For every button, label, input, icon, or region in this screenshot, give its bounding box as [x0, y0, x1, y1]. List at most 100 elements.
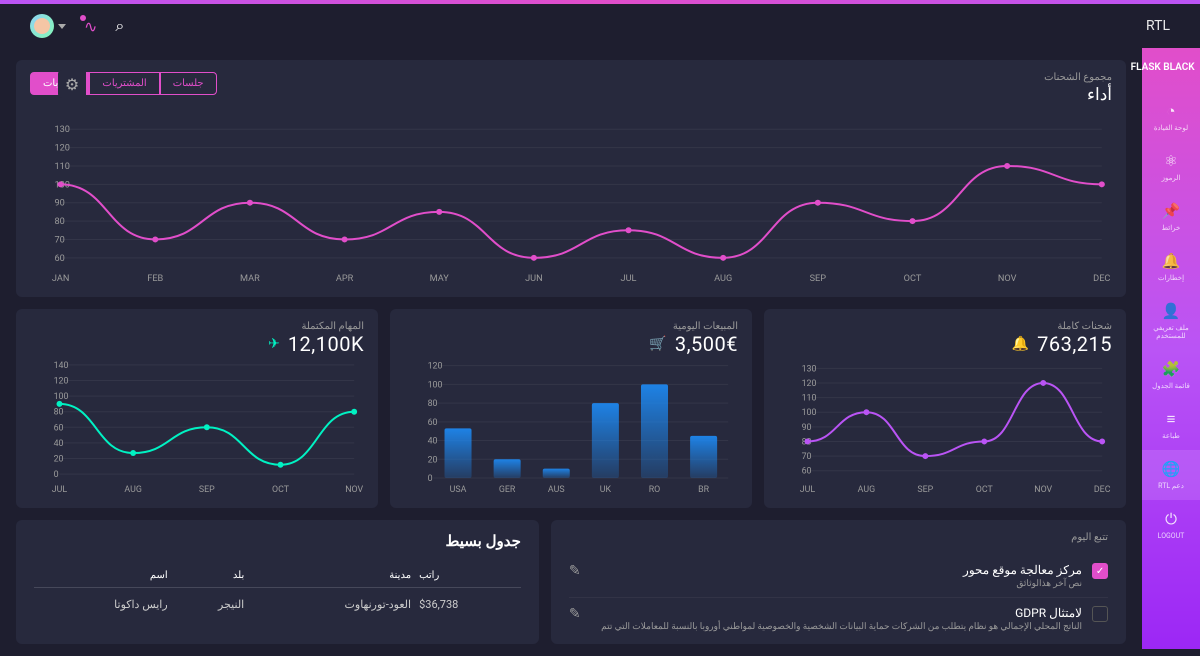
- sidebar-icon: 👤: [1162, 302, 1181, 320]
- svg-text:120: 120: [54, 376, 69, 386]
- sidebar-label: ملف تعريفي للمستخدم: [1142, 324, 1200, 340]
- sidebar-label: طباعة: [1162, 432, 1180, 440]
- svg-text:130: 130: [802, 364, 817, 374]
- pill-sessions[interactable]: جلسات: [160, 72, 217, 95]
- sidebar-icon: 🌐: [1162, 460, 1181, 478]
- svg-text:110: 110: [54, 162, 69, 172]
- chevron-down-icon: [58, 24, 66, 29]
- task-row: لامتثال GDPR الناتج المحلي الإجمالي هو ن…: [569, 598, 1108, 640]
- card-category: مجموع الشحنات: [1044, 72, 1112, 83]
- sidebar-label: إخطارات: [1158, 274, 1184, 282]
- svg-text:AUG: AUG: [858, 485, 875, 495]
- svg-text:80: 80: [428, 399, 438, 409]
- svg-text:MAY: MAY: [430, 274, 450, 284]
- task-checkbox[interactable]: ✓: [1092, 563, 1108, 579]
- svg-text:100: 100: [428, 380, 443, 390]
- svg-text:OCT: OCT: [904, 274, 922, 284]
- svg-text:OCT: OCT: [272, 485, 290, 495]
- activity-icon[interactable]: ∿: [84, 17, 97, 36]
- svg-text:APR: APR: [336, 274, 354, 284]
- svg-text:NOV: NOV: [998, 274, 1017, 284]
- svg-text:AUG: AUG: [714, 274, 732, 284]
- svg-text:SEP: SEP: [810, 274, 827, 284]
- sidebar-item-5[interactable]: 🧩 قائمة الجدول: [1142, 350, 1200, 400]
- svg-text:OCT: OCT: [976, 485, 994, 495]
- task-checkbox[interactable]: [1092, 606, 1108, 622]
- pill-purchases[interactable]: المشتريات: [89, 72, 159, 95]
- svg-text:20: 20: [428, 455, 438, 465]
- task-title: مركز معالجة موقع محور: [591, 563, 1082, 577]
- svg-text:SEP: SEP: [917, 485, 933, 495]
- svg-text:JUL: JUL: [52, 485, 68, 495]
- tasks-chart-card: المهام المكتملة 12,100K ✈ 02040608010012…: [16, 309, 378, 508]
- edit-icon[interactable]: ✎: [569, 563, 581, 579]
- svg-text:60: 60: [54, 254, 64, 264]
- sidebar-item-8[interactable]: ⏻LOGOUT: [1142, 500, 1200, 550]
- tasks-head: تتبع الیوم: [569, 532, 1108, 543]
- sidebar-item-7[interactable]: 🌐 دعم RTL: [1142, 450, 1200, 500]
- svg-text:70: 70: [802, 452, 812, 462]
- svg-text:RO: RO: [649, 485, 661, 495]
- sidebar-label: دعم RTL: [1158, 482, 1184, 490]
- svg-text:120: 120: [428, 362, 443, 372]
- sales-chart: 020406080100120USAGERAUSUKROBR: [404, 356, 738, 496]
- svg-text:0: 0: [428, 474, 433, 484]
- svg-text:60: 60: [428, 418, 438, 428]
- tasks-list-card: تتبع الیوم ✓ مركز معالجة موقع محور نص آخ…: [551, 520, 1126, 644]
- edit-icon[interactable]: ✎: [569, 606, 581, 622]
- sidebar-label: قائمة الجدول: [1152, 382, 1190, 390]
- sidebar-item-2[interactable]: 📌خرائط: [1142, 192, 1200, 242]
- table-header: اسم: [34, 564, 172, 588]
- table-title: جدول بسيط: [34, 532, 521, 550]
- shipments-value: 763,215: [1037, 332, 1112, 356]
- performance-chart: 60708090100110120130JANFEBMARAPRMAYJUNJU…: [30, 115, 1112, 285]
- svg-text:40: 40: [54, 439, 64, 449]
- sidebar-item-3[interactable]: 🔔 إخطارات: [1142, 242, 1200, 292]
- svg-text:DEC: DEC: [1093, 274, 1110, 284]
- sales-value: 3,500€: [675, 332, 738, 356]
- data-table: راتبمدينةبلداسم $36,738العود-تورنهاوتالن…: [34, 564, 521, 621]
- sidebar-item-0[interactable]: ◔لوحة القيادة: [1142, 92, 1200, 142]
- svg-text:120: 120: [54, 144, 69, 154]
- sidebar-icon: 🔔: [1162, 252, 1181, 270]
- svg-text:130: 130: [54, 125, 69, 135]
- card-title: أداء: [1044, 85, 1112, 105]
- table-row: $36,738العود-تورنهاوتالنيجررايس داكوتا: [34, 588, 521, 622]
- svg-text:AUS: AUS: [548, 485, 565, 495]
- cart-icon: 🛒: [649, 336, 666, 352]
- sidebar-icon: ◔: [1166, 102, 1175, 120]
- svg-text:FEB: FEB: [147, 274, 163, 284]
- user-menu[interactable]: [30, 14, 66, 38]
- shipments-chart: 60708090100110120130JULAUGSEPOCTNOVDEC: [778, 356, 1112, 496]
- svg-text:80: 80: [54, 217, 64, 227]
- svg-text:GER: GER: [499, 485, 516, 495]
- task-desc: نص آخر هذالوثائق: [591, 579, 1082, 589]
- svg-text:JAN: JAN: [52, 274, 69, 284]
- task-desc: الناتج المحلي الإجمالي هو نظام يتطلب من …: [591, 622, 1082, 632]
- svg-text:AUG: AUG: [124, 485, 141, 495]
- svg-text:80: 80: [54, 408, 64, 418]
- svg-text:140: 140: [54, 361, 69, 371]
- svg-text:40: 40: [428, 436, 438, 446]
- shipments-card: شحنات كاملة 763,215 🔔 607080901001101201…: [764, 309, 1126, 508]
- svg-text:UK: UK: [600, 485, 612, 495]
- sidebar-label: خرائط: [1162, 224, 1181, 232]
- gear-icon[interactable]: ⚙: [58, 70, 86, 98]
- svg-text:JUN: JUN: [525, 274, 543, 284]
- sidebar-item-4[interactable]: 👤 ملف تعريفي للمستخدم: [1142, 292, 1200, 350]
- search-icon[interactable]: ⌕: [115, 16, 124, 36]
- table-card: جدول بسيط راتبمدينةبلداسم $36,738العود-ت…: [16, 520, 539, 644]
- performance-card: مجموع الشحنات أداء جلسات المشتريات حسابا…: [16, 60, 1126, 297]
- sidebar-icon: ⏻: [1165, 510, 1177, 528]
- table-header: بلد: [172, 564, 249, 588]
- send-icon: ✈: [268, 336, 280, 352]
- sidebar-item-6[interactable]: ≡طباعة: [1142, 400, 1200, 450]
- sidebar-label: الرموز: [1162, 174, 1181, 182]
- tasks-chart: 020406080100120140JULAUGSEPOCTNOV: [30, 356, 364, 496]
- rtl-label: RTL: [1146, 18, 1170, 34]
- svg-text:70: 70: [54, 236, 64, 246]
- task-row: ✓ مركز معالجة موقع محور نص آخر هذالوثائق…: [569, 555, 1108, 598]
- sidebar-icon: 🧩: [1162, 360, 1181, 378]
- sidebar-item-1[interactable]: ⚛الرموز: [1142, 142, 1200, 192]
- svg-text:90: 90: [54, 199, 64, 209]
